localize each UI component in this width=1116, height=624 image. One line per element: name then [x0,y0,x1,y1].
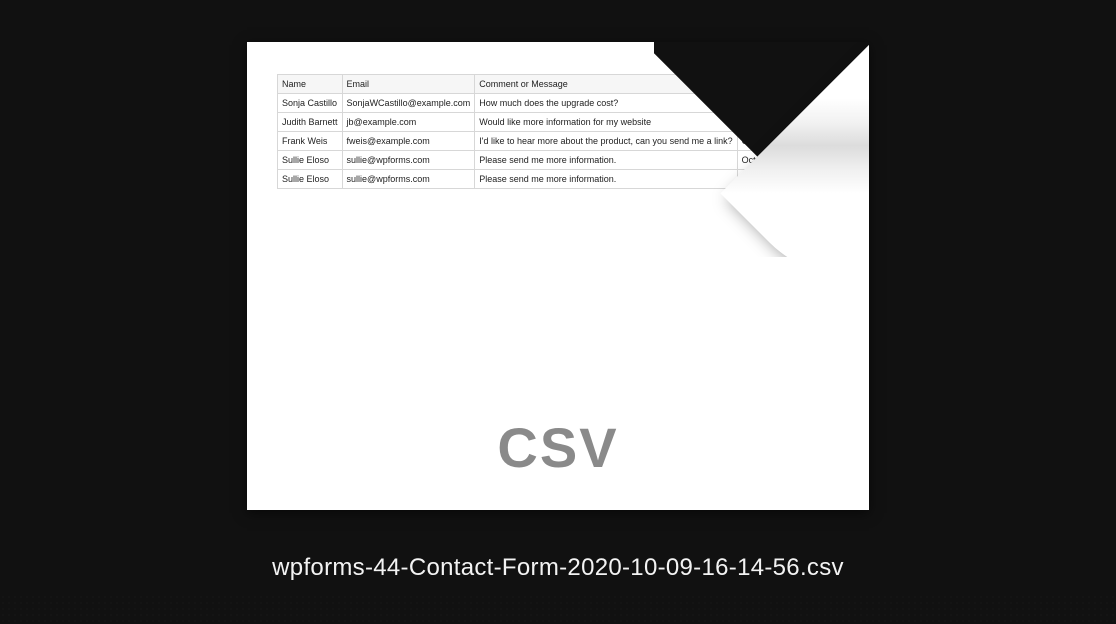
cell-email: fweis@example.com [342,132,475,151]
table-row: Sullie Eloso sullie@wpforms.com Please s… [278,151,783,170]
cell-name: Judith Barnett [278,113,343,132]
preview-stage: Name Email Comment or Message Entry Sonj… [0,0,1116,624]
col-entry: Entry [737,75,782,94]
cell-email: sullie@wpforms.com [342,170,475,189]
table-header-row: Name Email Comment or Message Entry [278,75,783,94]
table-row: Sullie Eloso sullie@wpforms.com Please s… [278,170,783,189]
background-pattern [0,594,1116,624]
table-row: Frank Weis fweis@example.com I'd like to… [278,132,783,151]
csv-table-wrap: Name Email Comment or Message Entry Sonj… [277,74,839,189]
cell-name: Sullie Eloso [278,170,343,189]
cell-comment: Please send me more information. [475,170,737,189]
file-type-label: CSV [247,415,869,480]
table-row: Sonja Castillo SonjaWCastillo@example.co… [278,94,783,113]
cell-entry: October [737,94,782,113]
cell-entry: Septemb [737,170,782,189]
cell-entry: October [737,151,782,170]
col-name: Name [278,75,343,94]
col-email: Email [342,75,475,94]
cell-name: Sullie Eloso [278,151,343,170]
cell-comment: I'd like to hear more about the product,… [475,132,737,151]
col-comment: Comment or Message [475,75,737,94]
cell-comment: Would like more information for my websi… [475,113,737,132]
csv-table: Name Email Comment or Message Entry Sonj… [277,74,783,189]
cell-email: sullie@wpforms.com [342,151,475,170]
cell-entry: October [737,132,782,151]
cell-comment: Please send me more information. [475,151,737,170]
cell-name: Sonja Castillo [278,94,343,113]
cell-email: SonjaWCastillo@example.com [342,94,475,113]
cell-comment: How much does the upgrade cost? [475,94,737,113]
table-row: Judith Barnett jb@example.com Would like… [278,113,783,132]
document-page: Name Email Comment or Message Entry Sonj… [247,42,869,510]
cell-email: jb@example.com [342,113,475,132]
cell-entry: October [737,113,782,132]
cell-name: Frank Weis [278,132,343,151]
file-name: wpforms-44-Contact-Form-2020-10-09-16-14… [0,554,1116,582]
